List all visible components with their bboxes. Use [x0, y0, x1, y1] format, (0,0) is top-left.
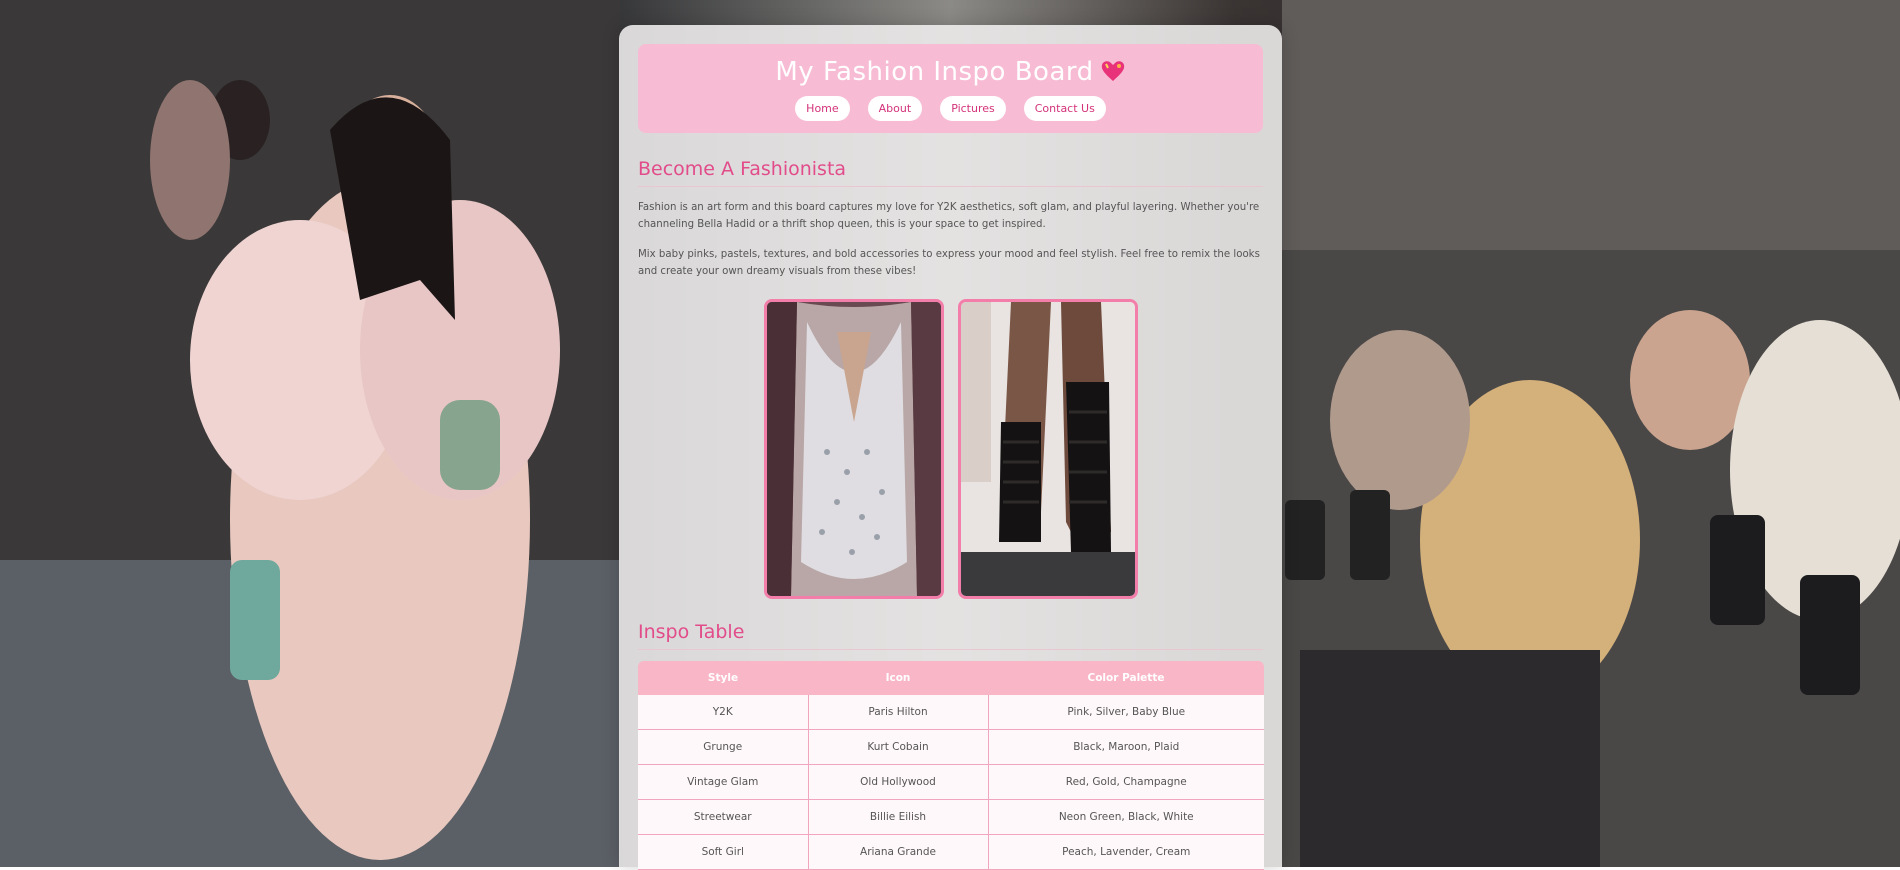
heart-icon	[1100, 59, 1126, 90]
intro-paragraph-1: Fashion is an art form and this board ca…	[638, 202, 1260, 230]
cell-style: Y2K	[638, 695, 809, 730]
nav-about-link[interactable]: About	[867, 96, 923, 121]
cell-icon: Billie Eilish	[808, 799, 989, 835]
inspo-table: Style Icon Color Palette Y2K Paris Hilto…	[638, 661, 1264, 870]
column-header-icon: Icon	[808, 661, 988, 695]
table-row: Soft Girl Ariana Grande Peach, Lavender,…	[638, 834, 1264, 870]
cell-style: Streetwear	[638, 799, 809, 835]
sequin-dress-photo	[764, 299, 944, 599]
table-row: Vintage Glam Old Hollywood Red, Gold, Ch…	[638, 764, 1264, 800]
cell-color-palette: Red, Gold, Champagne	[988, 764, 1264, 800]
cell-color-palette: Neon Green, Black, White	[988, 799, 1264, 835]
content-card: My Fashion Inspo Board Home About Pictur…	[619, 25, 1282, 870]
cell-color-palette: Black, Maroon, Plaid	[988, 729, 1264, 765]
table-row: Streetwear Billie Eilish Neon Green, Bla…	[638, 799, 1264, 835]
cell-style: Soft Girl	[638, 834, 809, 870]
cell-icon: Old Hollywood	[808, 764, 989, 800]
intro-heading: Become A Fashionista	[638, 158, 1263, 187]
nav-contact-link[interactable]: Contact Us	[1023, 96, 1106, 121]
cell-icon: Ariana Grande	[808, 834, 989, 870]
cell-color-palette: Peach, Lavender, Cream	[988, 834, 1264, 870]
column-header-style: Style	[638, 661, 808, 695]
table-heading: Inspo Table	[638, 621, 1263, 650]
intro-paragraph-2: Mix baby pinks, pastels, textures, and b…	[638, 249, 1260, 277]
cell-style: Grunge	[638, 729, 809, 765]
table-row: Grunge Kurt Cobain Black, Maroon, Plaid	[638, 729, 1264, 765]
table-row: Y2K Paris Hilton Pink, Silver, Baby Blue	[638, 695, 1264, 730]
cell-icon: Kurt Cobain	[808, 729, 989, 765]
page-title: My Fashion Inspo Board	[638, 44, 1263, 90]
cell-style: Vintage Glam	[638, 764, 809, 800]
site-header: My Fashion Inspo Board Home About Pictur…	[638, 44, 1263, 133]
column-header-color-palette: Color Palette	[988, 661, 1264, 695]
main-nav: Home About Pictures Contact Us	[638, 96, 1263, 121]
lace-up-boots-photo	[958, 299, 1138, 599]
nav-home-link[interactable]: Home	[795, 96, 850, 121]
cell-icon: Paris Hilton	[808, 695, 989, 730]
nav-pictures-link[interactable]: Pictures	[940, 96, 1006, 121]
cell-color-palette: Pink, Silver, Baby Blue	[988, 695, 1264, 730]
